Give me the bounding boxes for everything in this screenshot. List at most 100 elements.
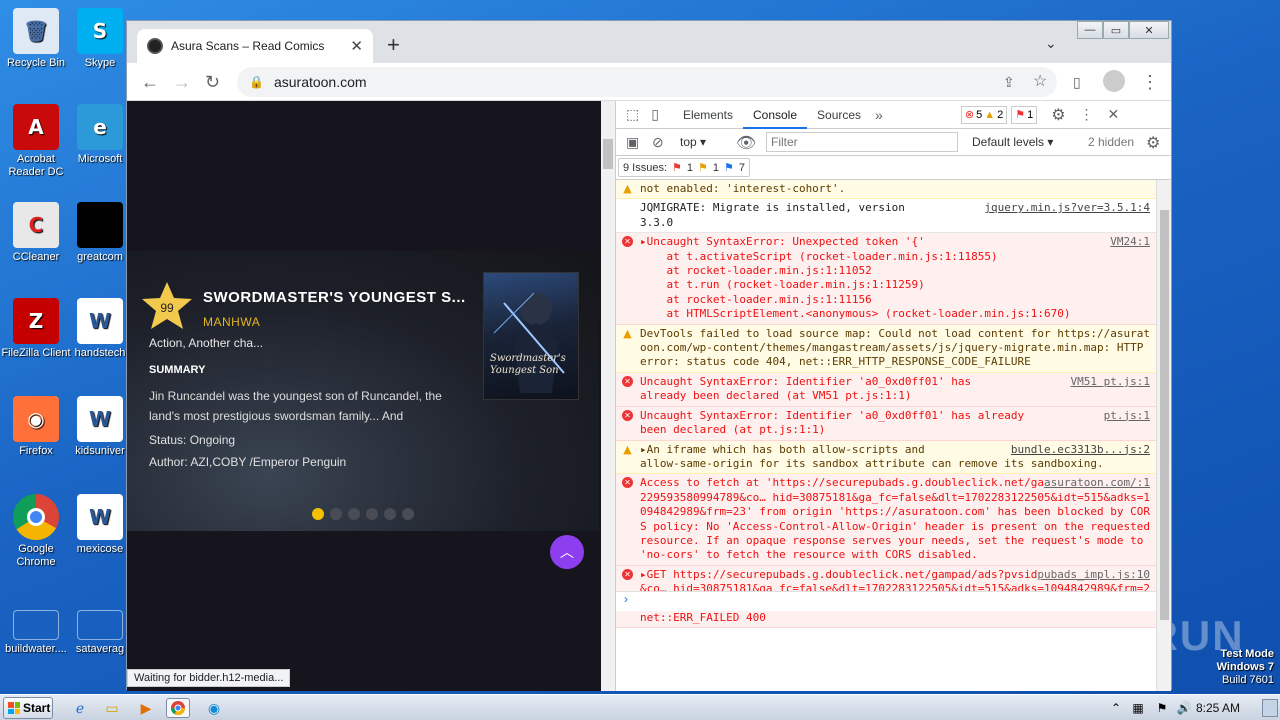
maximize-button[interactable]: ▭ xyxy=(1103,21,1129,39)
forward-arrow-icon[interactable]: → xyxy=(173,71,191,93)
close-devtools-icon[interactable]: ✕ xyxy=(1108,106,1120,123)
devtools-menu-icon[interactable]: ⋮ xyxy=(1080,106,1094,123)
start-button[interactable]: Start xyxy=(3,697,53,719)
desktop-icon[interactable]: ◉ Firefox xyxy=(0,396,72,458)
media-player-taskbar-icon[interactable]: ▶ xyxy=(134,698,158,718)
console-source-link[interactable]: bundle.ec3313b...js:2 xyxy=(1010,442,1150,457)
share-icon[interactable]: ⇪ xyxy=(1003,71,1015,93)
context-selector[interactable]: top ▾ xyxy=(680,135,706,149)
slider-dot[interactable] xyxy=(384,508,396,520)
page-scrollbar[interactable] xyxy=(601,101,615,691)
comic-cover-image[interactable]: Swordmaster's Youngest Son xyxy=(483,272,579,400)
devtools-tab-console[interactable]: Console xyxy=(742,101,808,129)
issues-badge[interactable]: ⚑ 1 xyxy=(1011,105,1038,124)
minimize-button[interactable]: — xyxy=(1077,21,1103,39)
issue-count: 1 xyxy=(1027,108,1034,121)
error-icon: ✕ xyxy=(622,375,633,387)
console-error-warning-badge[interactable]: ⊗ 5 ▲ 2 xyxy=(960,105,1008,124)
scroll-to-top-button[interactable]: ︿ xyxy=(550,535,584,569)
issues-label: 9 Issues: xyxy=(623,161,668,174)
chrome-taskbar-icon[interactable] xyxy=(166,698,190,718)
warning-triangle-icon: ▲ xyxy=(984,108,996,121)
error-icon: ✕ xyxy=(622,568,633,580)
console-source-link[interactable]: VM24:1 xyxy=(1110,235,1150,250)
tab-title: Asura Scans – Read Comics xyxy=(171,39,325,53)
console-message-info[interactable]: JQMIGRATE: Migrate is installed, version… xyxy=(616,199,1156,234)
device-toolbar-icon[interactable]: ▯ xyxy=(651,106,659,123)
inspect-element-icon[interactable]: ⬚ xyxy=(626,106,639,123)
desktop-icon-label: FileZilla Client xyxy=(1,347,71,359)
tab-search-chevron-icon[interactable]: ⌄ xyxy=(1045,35,1057,52)
log-levels-value: Default levels xyxy=(972,135,1045,149)
console-message-err[interactable]: ✕ Access to fetch at 'https://securepubad… xyxy=(616,474,1156,566)
console-scrollbar[interactable] xyxy=(1156,180,1171,691)
slider-dot[interactable] xyxy=(348,508,360,520)
tray-volume-icon[interactable]: 🔊 xyxy=(1172,698,1196,718)
more-tabs-icon[interactable]: » xyxy=(875,107,883,123)
back-arrow-icon[interactable]: ← xyxy=(141,71,159,93)
console-message-warn[interactable]: ▲ ▸An iframe which has both allow-scripts… xyxy=(616,440,1156,475)
console-filter-input[interactable] xyxy=(766,132,958,152)
desktop-icon[interactable]: Google Chrome xyxy=(0,494,72,569)
comic-title[interactable]: SWORDMASTER'S YOUNGEST S... xyxy=(203,289,466,306)
browser-status-bar: Waiting for bidder.h12-media... xyxy=(127,669,291,687)
slider-dot[interactable] xyxy=(402,508,414,520)
tray-flag-icon[interactable]: ⚑ xyxy=(1150,698,1174,718)
console-message-err[interactable]: ✕ ▸Uncaught SyntaxError: Unexpected token… xyxy=(616,233,1156,325)
console-message-warn[interactable]: ▲ DevTools failed to load source map: Cou… xyxy=(616,324,1156,373)
desktop-icon[interactable]: A Acrobat Reader DC xyxy=(0,104,72,179)
console-scroll-thumb[interactable] xyxy=(1160,210,1169,620)
console-prompt-input[interactable]: › xyxy=(616,591,1156,611)
firefox-icon: ◉ xyxy=(13,396,59,442)
new-tab-button[interactable]: + xyxy=(387,33,400,57)
reload-icon[interactable]: ↻ xyxy=(205,71,220,93)
desktop-icon-label: buildwater.... xyxy=(5,643,67,655)
menu-kebab-icon[interactable]: ⋮ xyxy=(1141,71,1159,93)
tray-expand-icon[interactable]: ⌃ xyxy=(1104,698,1128,718)
ie-taskbar-icon[interactable]: ℯ xyxy=(68,698,92,718)
desktop-icon[interactable]: Z FileZilla Client xyxy=(0,298,72,360)
taskbar-clock[interactable]: 8:25 AM xyxy=(1196,701,1240,715)
slider-dot[interactable] xyxy=(330,508,342,520)
devtools-tab-sources[interactable]: Sources xyxy=(807,101,871,129)
bookmark-star-icon[interactable]: ☆ xyxy=(1033,71,1047,93)
slider-dot[interactable] xyxy=(312,508,324,520)
console-source-link[interactable]: jquery.min.js?ver=3.5.1:4 xyxy=(984,201,1150,215)
explorer-taskbar-icon[interactable]: ▭ xyxy=(100,698,124,718)
console-source-link[interactable]: pt.js:1 xyxy=(1103,408,1150,424)
console-message-err[interactable]: ✕ Uncaught SyntaxError: Identifier 'a0_0x… xyxy=(616,372,1156,407)
desktop-icon[interactable]: C CCleaner xyxy=(0,202,72,264)
page-scroll-thumb[interactable] xyxy=(603,139,613,169)
log-levels-dropdown[interactable]: Default levels ▾ xyxy=(972,135,1053,149)
lock-icon[interactable]: 🔒 xyxy=(249,75,264,89)
console-settings-gear-icon[interactable]: ⚙ xyxy=(1146,133,1160,153)
browser-tab[interactable]: Asura Scans – Read Comics ✕ xyxy=(137,29,373,63)
error-count: 5 xyxy=(976,108,983,121)
edge-taskbar-icon[interactable]: ◉ xyxy=(202,698,226,718)
slider-dot[interactable] xyxy=(366,508,378,520)
console-source-link[interactable]: asuratoon.com/:1 xyxy=(1044,476,1150,491)
settings-gear-icon[interactable]: ⚙ xyxy=(1051,105,1065,125)
address-bar[interactable]: 🔒 asuratoon.com xyxy=(237,67,1057,97)
close-window-button[interactable]: ✕ xyxy=(1129,21,1169,39)
close-tab-icon[interactable]: ✕ xyxy=(350,37,363,55)
sidebar-toggle-icon[interactable]: ▣ xyxy=(626,134,639,151)
error-icon: ✕ xyxy=(622,477,633,489)
clear-console-icon[interactable]: ⊘ xyxy=(652,134,664,151)
profile-avatar-icon[interactable] xyxy=(1103,70,1125,92)
console-message-err[interactable]: ✕ Uncaught SyntaxError: Identifier 'a0_0x… xyxy=(616,406,1156,441)
devtools-tab-elements[interactable]: Elements xyxy=(673,101,743,129)
desktop-icon[interactable]: buildwater.... xyxy=(0,594,72,656)
side-panel-icon[interactable]: ▯ xyxy=(1073,71,1081,93)
show-desktop-button[interactable] xyxy=(1262,699,1278,717)
console-source-link[interactable]: VM51 pt.js:1 xyxy=(1070,374,1150,390)
featured-slider[interactable]: 99 SWORDMASTER'S YOUNGEST S... MANHWA Ac… xyxy=(127,251,599,531)
console-source-link[interactable]: pubads_impl.js:10 xyxy=(1037,567,1150,583)
tray-network-icon[interactable]: ▦ xyxy=(1126,698,1150,718)
console-message-warn[interactable]: ▲ not enabled: 'interest-cohort'. xyxy=(616,180,1156,200)
issues-button[interactable]: 9 Issues: ⚑ 1 ⚑ 1 ⚑ 7 xyxy=(618,158,751,177)
desktop-icon[interactable]: 🗑 Recycle Bin xyxy=(0,8,72,70)
slider-dots xyxy=(312,508,414,520)
cover-art xyxy=(493,292,565,393)
live-expression-eye-icon[interactable]: 👁 xyxy=(736,133,756,153)
